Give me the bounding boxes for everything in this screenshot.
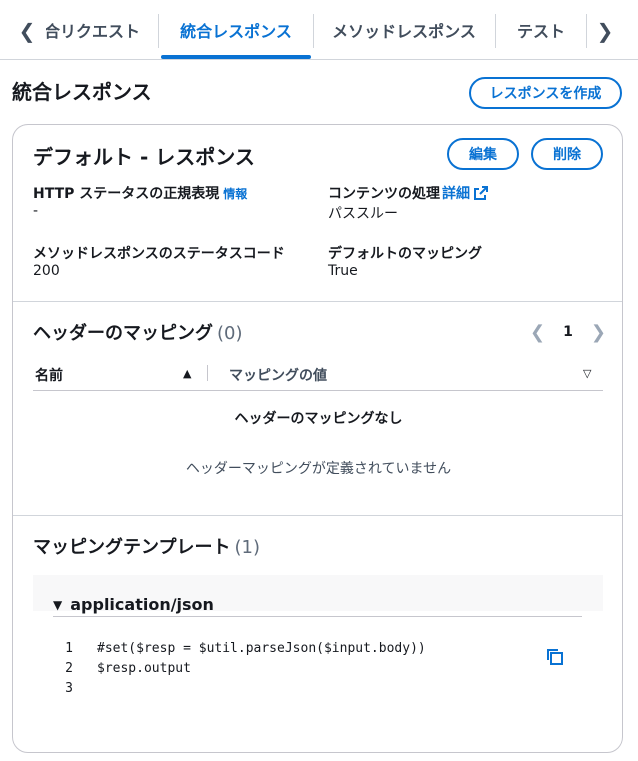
external-link-icon: [474, 186, 488, 200]
code-line: 1 #set($resp = $util.parseJson($input.bo…: [53, 641, 426, 661]
page-number[interactable]: 1: [563, 324, 573, 340]
template-divider: [53, 616, 582, 617]
template-expander[interactable]: ▼ application/json: [53, 595, 214, 614]
tab-bar: ❮ 統合リクエスト 統合レスポンス メソッドレスポンス テスト ❯: [0, 0, 638, 60]
copy-icon[interactable]: [545, 647, 565, 667]
method-status-code-label: メソッドレスポンスのステータスコード: [33, 246, 285, 262]
section-divider: [13, 301, 622, 302]
active-tab-indicator: [161, 55, 311, 59]
default-response-card: デフォルト - レスポンス 編集 削除 HTTP ステータスの正規表現 情報 - …: [12, 124, 623, 753]
details-link[interactable]: 詳細: [442, 186, 488, 202]
column-divider[interactable]: [207, 365, 208, 381]
chevron-right-icon[interactable]: ❯: [594, 18, 616, 44]
delete-button[interactable]: 削除: [531, 138, 603, 170]
header-mappings-table-head: 名前 ▲ マッピングの値 ▽: [33, 361, 603, 391]
http-status-regex-value: -: [33, 203, 39, 219]
info-link[interactable]: 情報: [223, 187, 247, 201]
chevron-right-icon[interactable]: ❯: [591, 322, 606, 343]
default-mapping-label: デフォルトのマッピング: [328, 246, 482, 262]
empty-state-title: ヘッダーのマッピングなし: [234, 411, 403, 427]
default-mapping-value: True: [328, 263, 358, 279]
empty-state-description: ヘッダーマッピングが定義されていません: [185, 461, 452, 477]
edit-button[interactable]: 編集: [447, 138, 519, 170]
line-number: 2: [65, 661, 73, 676]
create-response-button[interactable]: レスポンスを作成: [469, 77, 622, 109]
code-line: 2 $resp.output: [53, 661, 426, 681]
section-divider: [13, 515, 622, 516]
tab-divider: [313, 14, 314, 48]
tab-divider: [158, 14, 159, 48]
tab-integration-response[interactable]: 統合レスポンス: [161, 0, 311, 60]
chevron-left-icon[interactable]: ❮: [530, 322, 545, 343]
tab-method-response[interactable]: メソッドレスポンス: [316, 0, 492, 60]
column-header-name[interactable]: 名前: [35, 365, 63, 385]
chevron-left-icon[interactable]: ❮: [16, 18, 38, 44]
header-mappings-title: ヘッダーのマッピング (0): [33, 323, 243, 344]
line-text: $resp.output: [97, 661, 191, 676]
code-line: 3: [53, 681, 426, 701]
sort-descending-icon[interactable]: ▽: [583, 367, 591, 380]
http-status-regex-label: HTTP ステータスの正規表現 情報: [33, 186, 248, 202]
tab-test[interactable]: テスト: [498, 0, 584, 60]
column-header-mapping-value[interactable]: マッピングの値: [229, 365, 327, 385]
method-status-code-value: 200: [33, 263, 60, 279]
line-number: 3: [65, 681, 73, 696]
line-number: 1: [65, 641, 73, 656]
mapping-templates-title: マッピングテンプレート (1): [33, 537, 260, 558]
tab-integration-request[interactable]: 統合リクエスト: [46, 0, 140, 60]
content-handling-label: コンテンツの処理 詳細: [328, 183, 488, 203]
tab-divider: [586, 14, 587, 48]
code-editor[interactable]: 1 #set($resp = $util.parseJson($input.bo…: [53, 641, 426, 701]
line-text: #set($resp = $util.parseJson($input.body…: [97, 641, 426, 656]
card-title: デフォルト - レスポンス: [33, 145, 255, 169]
pagination: ❮ 1 ❯: [530, 322, 606, 343]
tab-divider: [495, 14, 496, 48]
content-handling-value: パススルー: [328, 206, 398, 222]
sort-ascending-icon[interactable]: ▲: [183, 367, 191, 380]
caret-down-icon: ▼: [53, 597, 63, 612]
page-title: 統合レスポンス: [12, 80, 152, 104]
